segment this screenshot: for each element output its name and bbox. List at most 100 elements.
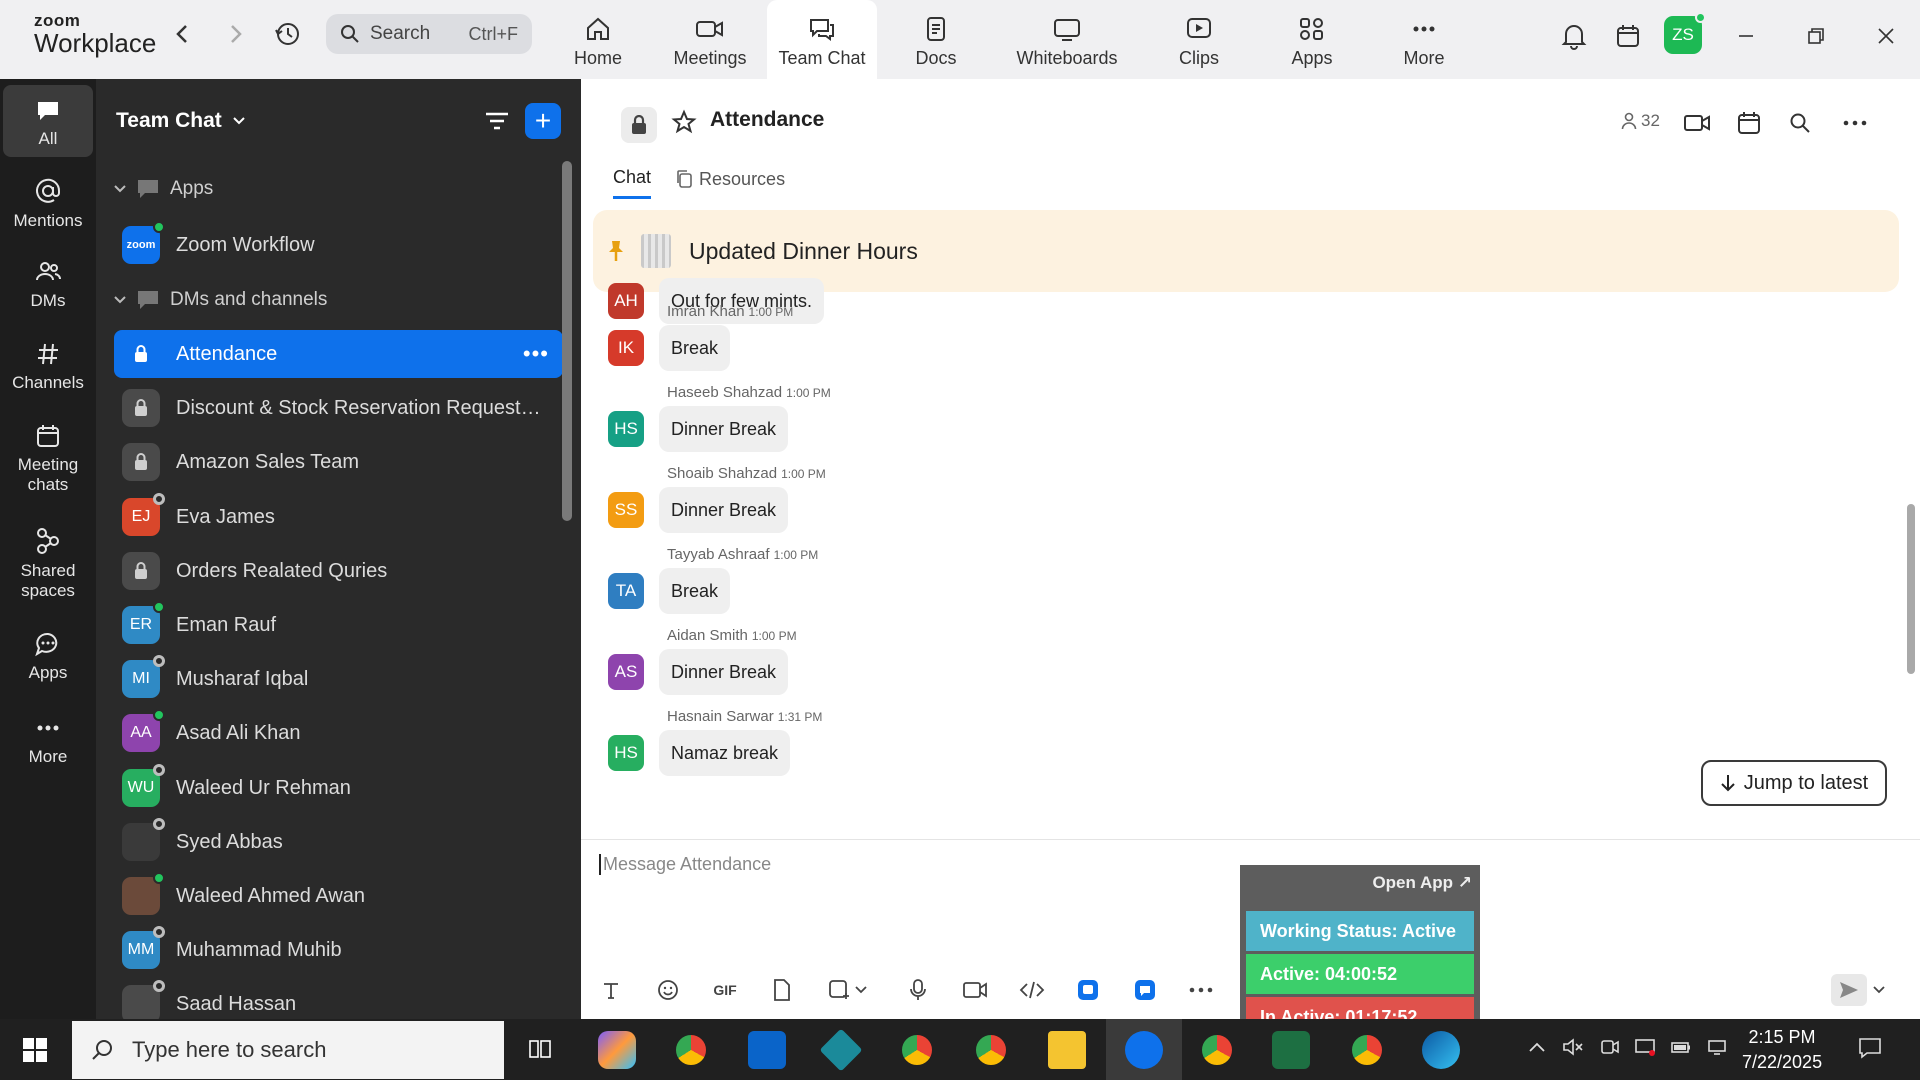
sidebar-item[interactable]: Attendance ••• [114, 330, 563, 378]
avatar[interactable]: AH [608, 283, 644, 319]
message-bubble[interactable]: Break [659, 325, 731, 371]
open-app-link[interactable]: Open App ↗ [1372, 873, 1472, 893]
avatar[interactable]: TA [608, 573, 644, 609]
new-chat-button[interactable]: + [525, 103, 561, 139]
avatar[interactable]: IK [608, 330, 644, 366]
back-arrow-icon[interactable] [168, 20, 196, 48]
user-avatar[interactable]: ZS [1664, 12, 1706, 54]
app-diamond-icon[interactable] [819, 1028, 863, 1072]
message-bubble[interactable]: Namaz break [659, 730, 791, 776]
sidebar-item[interactable]: Waleed Ahmed Awan [114, 872, 563, 920]
file-icon[interactable] [766, 974, 798, 1006]
minimize-icon[interactable] [1728, 18, 1764, 54]
gif-icon[interactable]: GIF [709, 974, 741, 1006]
star-icon[interactable] [671, 109, 697, 140]
meet-now-icon[interactable] [1600, 1037, 1620, 1062]
message-bubble[interactable]: Dinner Break [659, 649, 789, 695]
outlook-icon[interactable] [748, 1031, 786, 1069]
rail-shared-spaces[interactable]: Shared spaces [3, 527, 93, 602]
sidebar-item[interactable]: Discount & Stock Reservation Requests O.… [114, 384, 563, 432]
task-view-icon[interactable] [528, 1037, 552, 1066]
battery-icon[interactable] [1670, 1037, 1692, 1062]
message-bubble[interactable]: Dinner Break [659, 406, 789, 452]
search-input[interactable]: Search Ctrl+F [326, 14, 532, 54]
sender-name[interactable]: Shoaib Shahzad [667, 465, 777, 482]
tab-clips[interactable]: Clips [1143, 0, 1255, 79]
chat-scrollbar[interactable] [1907, 504, 1915, 674]
rail-apps[interactable]: Apps [3, 631, 93, 683]
message-input[interactable]: Message Attendance [599, 854, 771, 875]
sidebar-item[interactable]: AA Asad Ali Khan [114, 709, 563, 757]
avatar[interactable]: AS [608, 654, 644, 690]
history-icon[interactable] [274, 20, 302, 48]
text-format-icon[interactable] [595, 974, 627, 1006]
sidebar-item[interactable]: WU Waleed Ur Rehman [114, 764, 563, 812]
sender-name[interactable]: Aidan Smith [667, 627, 748, 644]
copilot-icon[interactable] [598, 1031, 636, 1069]
chrome-icon[interactable] [1348, 1031, 1386, 1069]
item-more-icon[interactable]: ••• [523, 341, 549, 367]
microphone-icon[interactable] [902, 974, 934, 1006]
tab-meetings[interactable]: Meetings [654, 0, 766, 79]
chrome-icon[interactable] [1198, 1031, 1236, 1069]
avatar[interactable]: SS [608, 492, 644, 528]
bell-icon[interactable] [1556, 18, 1592, 54]
calendar-icon[interactable] [1731, 105, 1767, 141]
video-message-icon[interactable] [959, 974, 991, 1006]
sidebar-item-zoom-workflow[interactable]: zoom Zoom Workflow [114, 221, 563, 269]
zoom-taskbar-button[interactable] [1106, 1019, 1182, 1080]
edge-icon[interactable] [1422, 1031, 1460, 1069]
tab-apps[interactable]: Apps [1256, 0, 1368, 79]
sidebar-item[interactable]: Syed Abbas [114, 818, 563, 866]
taskbar-search-input[interactable]: Type here to search [72, 1021, 504, 1079]
sidebar-title[interactable]: Team Chat [116, 109, 246, 133]
sidebar-item[interactable]: EJ Eva James [114, 493, 563, 541]
chevron-up-icon[interactable] [1528, 1037, 1546, 1058]
member-count[interactable]: 32 [1621, 111, 1660, 131]
more-options-icon[interactable] [1837, 105, 1873, 141]
tab-more[interactable]: More [1368, 0, 1480, 79]
close-icon[interactable] [1868, 18, 1904, 54]
sidebar-item[interactable]: ER Eman Rauf [114, 601, 563, 649]
tab-team-chat[interactable]: Team Chat [767, 0, 877, 79]
search-icon[interactable] [1782, 105, 1818, 141]
section-apps[interactable]: Apps [114, 178, 213, 200]
sidebar-scrollbar[interactable] [562, 161, 572, 521]
sender-name[interactable]: Hasnain Sarwar [667, 708, 774, 725]
rail-all[interactable]: All [3, 85, 93, 158]
file-explorer-icon[interactable] [1048, 1031, 1086, 1069]
send-icon[interactable] [1831, 974, 1867, 1006]
code-icon[interactable] [1016, 974, 1048, 1006]
section-dms-channels[interactable]: DMs and channels [114, 289, 327, 311]
rail-channels[interactable]: Channels [3, 341, 93, 393]
tab-resources[interactable]: Resources [675, 167, 785, 199]
rail-dms[interactable]: DMs [3, 259, 93, 311]
message-bubble[interactable]: Break [659, 568, 731, 614]
sidebar-item[interactable]: Amazon Sales Team [114, 438, 563, 486]
windows-start-icon[interactable] [22, 1037, 48, 1068]
filter-icon[interactable] [483, 107, 511, 140]
chevron-down-icon[interactable] [851, 974, 871, 1006]
calendar-icon[interactable] [1610, 18, 1646, 54]
tab-home[interactable]: Home [542, 0, 654, 79]
restore-icon[interactable] [1798, 18, 1834, 54]
more-icon[interactable] [1185, 974, 1217, 1006]
forward-arrow-icon[interactable] [222, 20, 250, 48]
message-bubble[interactable]: Dinner Break [659, 487, 789, 533]
chrome-icon[interactable] [972, 1031, 1010, 1069]
team-chat-app-icon[interactable] [1129, 974, 1161, 1006]
video-call-icon[interactable] [1679, 105, 1715, 141]
chrome-icon[interactable] [898, 1031, 936, 1069]
emoji-icon[interactable] [652, 974, 684, 1006]
jump-to-latest-button[interactable]: Jump to latest [1701, 760, 1887, 806]
sender-name[interactable]: Imran Khan [667, 303, 745, 320]
tab-chat[interactable]: Chat [613, 167, 652, 199]
sidebar-item[interactable]: MI Musharaf Iqbal [114, 655, 563, 703]
rail-meeting-chats[interactable]: Meeting chats [3, 423, 93, 496]
tab-docs[interactable]: Docs [880, 0, 992, 79]
sidebar-item[interactable]: Orders Realated Quries [114, 547, 563, 595]
network-icon[interactable] [1706, 1037, 1728, 1062]
zoom-app-icon[interactable] [1072, 974, 1104, 1006]
sender-name[interactable]: Tayyab Ashraaf [667, 546, 770, 563]
volume-icon[interactable] [1562, 1037, 1584, 1062]
